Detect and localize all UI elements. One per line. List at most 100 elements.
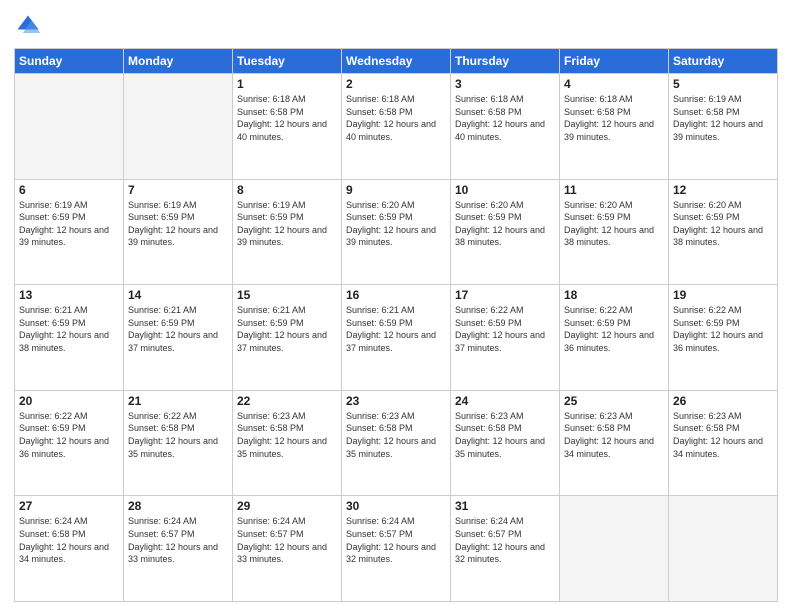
- day-number: 23: [346, 394, 446, 408]
- day-number: 8: [237, 183, 337, 197]
- calendar-cell: 24 Sunrise: 6:23 AMSunset: 6:58 PMDayligh…: [451, 390, 560, 496]
- calendar-cell: 21Sunrise: 6:22 AMSunset: 6:58 PMDayligh…: [124, 390, 233, 496]
- calendar-cell: 23 Sunrise: 6:23 AMSunset: 6:58 PMDayligh…: [342, 390, 451, 496]
- calendar-cell: 25 Sunrise: 6:23 AMSunset: 6:58 PMDayligh…: [560, 390, 669, 496]
- day-number: 28: [128, 499, 228, 513]
- calendar-cell: 6 Sunrise: 6:19 AMSunset: 6:59 PMDaylight…: [15, 179, 124, 285]
- day-info: Sunrise: 6:20 AMSunset: 6:59 PMDaylight:…: [346, 199, 446, 249]
- col-header-friday: Friday: [560, 49, 669, 74]
- day-number: 12: [673, 183, 773, 197]
- day-info: Sunrise: 6:18 AMSunset: 6:58 PMDaylight:…: [346, 93, 446, 143]
- day-info: Sunrise: 6:22 AMSunset: 6:59 PMDaylight:…: [455, 304, 555, 354]
- day-info: Sunrise: 6:22 AMSunset: 6:59 PMDaylight:…: [19, 410, 119, 460]
- day-info: Sunrise: 6:24 AMSunset: 6:57 PMDaylight:…: [128, 515, 228, 565]
- day-info: Sunrise: 6:18 AMSunset: 6:58 PMDaylight:…: [455, 93, 555, 143]
- week-row-0: 1 Sunrise: 6:18 AMSunset: 6:58 PMDaylight…: [15, 74, 778, 180]
- calendar-cell: 28 Sunrise: 6:24 AMSunset: 6:57 PMDayligh…: [124, 496, 233, 602]
- calendar-cell: 20 Sunrise: 6:22 AMSunset: 6:59 PMDayligh…: [15, 390, 124, 496]
- calendar-cell: [560, 496, 669, 602]
- calendar-cell: 27Sunrise: 6:24 AMSunset: 6:58 PMDayligh…: [15, 496, 124, 602]
- col-header-wednesday: Wednesday: [342, 49, 451, 74]
- day-info: Sunrise: 6:23 AMSunset: 6:58 PMDaylight:…: [564, 410, 664, 460]
- day-info: Sunrise: 6:23 AMSunset: 6:58 PMDaylight:…: [346, 410, 446, 460]
- col-header-tuesday: Tuesday: [233, 49, 342, 74]
- day-info: Sunrise: 6:18 AMSunset: 6:58 PMDaylight:…: [564, 93, 664, 143]
- day-info: Sunrise: 6:19 AMSunset: 6:59 PMDaylight:…: [19, 199, 119, 249]
- calendar-cell: 29 Sunrise: 6:24 AMSunset: 6:57 PMDayligh…: [233, 496, 342, 602]
- day-number: 1: [237, 77, 337, 91]
- day-info: Sunrise: 6:24 AMSunset: 6:57 PMDaylight:…: [346, 515, 446, 565]
- day-number: 22: [237, 394, 337, 408]
- calendar-cell: [124, 74, 233, 180]
- header: [14, 12, 778, 40]
- calendar-cell: 11Sunrise: 6:20 AMSunset: 6:59 PMDayligh…: [560, 179, 669, 285]
- day-number: 20: [19, 394, 119, 408]
- day-number: 4: [564, 77, 664, 91]
- calendar-cell: 10Sunrise: 6:20 AMSunset: 6:59 PMDayligh…: [451, 179, 560, 285]
- calendar-cell: 1 Sunrise: 6:18 AMSunset: 6:58 PMDaylight…: [233, 74, 342, 180]
- day-info: Sunrise: 6:21 AMSunset: 6:59 PMDaylight:…: [128, 304, 228, 354]
- day-number: 6: [19, 183, 119, 197]
- day-info: Sunrise: 6:24 AMSunset: 6:57 PMDaylight:…: [237, 515, 337, 565]
- calendar-cell: 4 Sunrise: 6:18 AMSunset: 6:58 PMDaylight…: [560, 74, 669, 180]
- day-number: 9: [346, 183, 446, 197]
- day-info: Sunrise: 6:21 AMSunset: 6:59 PMDaylight:…: [237, 304, 337, 354]
- col-header-monday: Monday: [124, 49, 233, 74]
- col-header-thursday: Thursday: [451, 49, 560, 74]
- calendar-cell: 19 Sunrise: 6:22 AMSunset: 6:59 PMDayligh…: [669, 285, 778, 391]
- calendar: SundayMondayTuesdayWednesdayThursdayFrid…: [14, 48, 778, 602]
- calendar-cell: 30 Sunrise: 6:24 AMSunset: 6:57 PMDayligh…: [342, 496, 451, 602]
- day-info: Sunrise: 6:21 AMSunset: 6:59 PMDaylight:…: [19, 304, 119, 354]
- day-number: 21: [128, 394, 228, 408]
- calendar-cell: 14Sunrise: 6:21 AMSunset: 6:59 PMDayligh…: [124, 285, 233, 391]
- day-number: 16: [346, 288, 446, 302]
- day-info: Sunrise: 6:20 AMSunset: 6:59 PMDaylight:…: [564, 199, 664, 249]
- day-info: Sunrise: 6:23 AMSunset: 6:58 PMDaylight:…: [673, 410, 773, 460]
- day-number: 19: [673, 288, 773, 302]
- day-info: Sunrise: 6:19 AMSunset: 6:59 PMDaylight:…: [128, 199, 228, 249]
- day-number: 17: [455, 288, 555, 302]
- col-header-saturday: Saturday: [669, 49, 778, 74]
- day-number: 31: [455, 499, 555, 513]
- week-row-1: 6 Sunrise: 6:19 AMSunset: 6:59 PMDaylight…: [15, 179, 778, 285]
- calendar-cell: 17 Sunrise: 6:22 AMSunset: 6:59 PMDayligh…: [451, 285, 560, 391]
- calendar-cell: 31 Sunrise: 6:24 AMSunset: 6:57 PMDayligh…: [451, 496, 560, 602]
- week-row-2: 13 Sunrise: 6:21 AMSunset: 6:59 PMDayligh…: [15, 285, 778, 391]
- day-number: 27: [19, 499, 119, 513]
- day-info: Sunrise: 6:19 AMSunset: 6:59 PMDaylight:…: [237, 199, 337, 249]
- week-row-4: 27Sunrise: 6:24 AMSunset: 6:58 PMDayligh…: [15, 496, 778, 602]
- logo: [14, 12, 46, 40]
- calendar-cell: 13 Sunrise: 6:21 AMSunset: 6:59 PMDayligh…: [15, 285, 124, 391]
- day-info: Sunrise: 6:19 AMSunset: 6:58 PMDaylight:…: [673, 93, 773, 143]
- day-info: Sunrise: 6:22 AMSunset: 6:59 PMDaylight:…: [564, 304, 664, 354]
- day-info: Sunrise: 6:22 AMSunset: 6:59 PMDaylight:…: [673, 304, 773, 354]
- calendar-body: 1 Sunrise: 6:18 AMSunset: 6:58 PMDaylight…: [15, 74, 778, 602]
- calendar-cell: 3 Sunrise: 6:18 AMSunset: 6:58 PMDaylight…: [451, 74, 560, 180]
- calendar-cell: 22 Sunrise: 6:23 AMSunset: 6:58 PMDayligh…: [233, 390, 342, 496]
- logo-icon: [14, 12, 42, 40]
- calendar-cell: 16 Sunrise: 6:21 AMSunset: 6:59 PMDayligh…: [342, 285, 451, 391]
- calendar-cell: 5Sunrise: 6:19 AMSunset: 6:58 PMDaylight…: [669, 74, 778, 180]
- day-info: Sunrise: 6:18 AMSunset: 6:58 PMDaylight:…: [237, 93, 337, 143]
- calendar-cell: 8 Sunrise: 6:19 AMSunset: 6:59 PMDaylight…: [233, 179, 342, 285]
- calendar-cell: [15, 74, 124, 180]
- day-info: Sunrise: 6:23 AMSunset: 6:58 PMDaylight:…: [455, 410, 555, 460]
- day-number: 3: [455, 77, 555, 91]
- header-row: SundayMondayTuesdayWednesdayThursdayFrid…: [15, 49, 778, 74]
- day-info: Sunrise: 6:20 AMSunset: 6:59 PMDaylight:…: [673, 199, 773, 249]
- day-number: 29: [237, 499, 337, 513]
- day-number: 15: [237, 288, 337, 302]
- day-number: 10: [455, 183, 555, 197]
- day-info: Sunrise: 6:24 AMSunset: 6:57 PMDaylight:…: [455, 515, 555, 565]
- day-info: Sunrise: 6:21 AMSunset: 6:59 PMDaylight:…: [346, 304, 446, 354]
- day-number: 24: [455, 394, 555, 408]
- day-number: 25: [564, 394, 664, 408]
- day-info: Sunrise: 6:23 AMSunset: 6:58 PMDaylight:…: [237, 410, 337, 460]
- calendar-cell: 15 Sunrise: 6:21 AMSunset: 6:59 PMDayligh…: [233, 285, 342, 391]
- day-number: 13: [19, 288, 119, 302]
- calendar-cell: 9 Sunrise: 6:20 AMSunset: 6:59 PMDaylight…: [342, 179, 451, 285]
- calendar-header: SundayMondayTuesdayWednesdayThursdayFrid…: [15, 49, 778, 74]
- calendar-cell: 26Sunrise: 6:23 AMSunset: 6:58 PMDayligh…: [669, 390, 778, 496]
- day-number: 18: [564, 288, 664, 302]
- day-number: 30: [346, 499, 446, 513]
